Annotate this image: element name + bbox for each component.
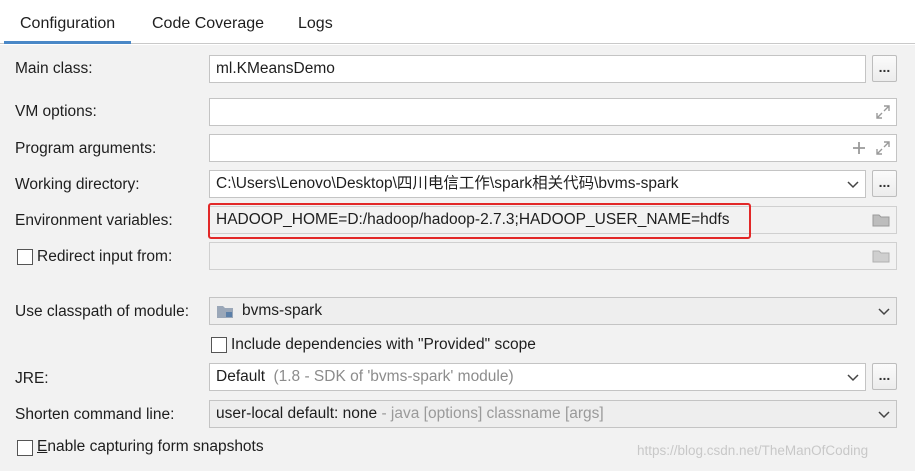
highlight-annotation [208,203,751,239]
capture-snapshots-checkbox[interactable] [17,440,33,456]
working-directory-label: Working directory: [15,176,140,193]
jre-combo[interactable]: Default (1.8 - SDK of 'bvms-spark' modul… [209,363,866,391]
shorten-command-line-combo[interactable]: user-local default: none - java [options… [209,400,897,428]
folder-icon [872,250,890,263]
chevron-down-icon[interactable] [847,371,859,383]
working-directory-value: C:\Users\Lenovo\Desktop\四川电信工作\spark相关代码… [216,175,679,192]
module-folder-icon [217,306,233,318]
shorten-command-line-value: user-local default: none [216,405,378,422]
jre-label: JRE: [15,370,49,387]
tab-logs[interactable]: Logs [282,0,349,44]
classpath-module-label: Use classpath of module: [15,303,190,320]
jre-hint: (1.8 - SDK of 'bvms-spark' module) [273,368,514,385]
tab-code-coverage[interactable]: Code Coverage [136,0,280,44]
chevron-down-icon[interactable] [878,408,890,420]
program-arguments-label: Program arguments: [15,140,157,157]
program-arguments-field[interactable] [209,134,897,162]
redirect-input-field [209,242,897,270]
chevron-down-icon[interactable] [878,305,890,317]
capture-snapshots-label: Enable capturing form snapshots [37,438,264,455]
include-provided-label: Include dependencies with "Provided" sco… [231,336,536,353]
plus-icon[interactable] [852,141,866,155]
redirect-input-label: Redirect input from: [37,248,173,265]
main-class-label: Main class: [15,60,93,77]
main-class-value: ml.KMeansDemo [216,60,335,77]
include-provided-checkbox[interactable] [211,337,227,353]
shorten-command-line-label: Shorten command line: [15,406,175,423]
environment-variables-label: Environment variables: [15,212,173,229]
classpath-module-value: bvms-spark [242,302,323,319]
tab-configuration[interactable]: Configuration [4,0,132,44]
vm-options-label: VM options: [15,103,97,120]
main-class-field[interactable]: ml.KMeansDemo [209,55,866,83]
expand-icon[interactable] [876,141,890,155]
folder-icon[interactable] [872,213,890,227]
chevron-down-icon[interactable] [847,178,859,190]
main-class-browse-button[interactable]: ... [872,55,897,82]
classpath-module-combo[interactable]: bvms-spark [209,297,897,325]
shorten-command-line-hint: - java [options] classname [args] [377,405,604,422]
redirect-input-checkbox[interactable] [17,249,33,265]
jre-browse-button[interactable]: ... [872,363,897,390]
vm-options-field[interactable] [209,98,897,126]
working-directory-combo[interactable]: C:\Users\Lenovo\Desktop\四川电信工作\spark相关代码… [209,170,866,198]
working-directory-browse-button[interactable]: ... [872,170,897,197]
expand-icon[interactable] [876,105,890,119]
jre-value: Default [216,368,266,385]
watermark: https://blog.csdn.net/TheManOfCoding [637,443,869,458]
tab-bar: Configuration Code Coverage Logs [0,0,915,44]
